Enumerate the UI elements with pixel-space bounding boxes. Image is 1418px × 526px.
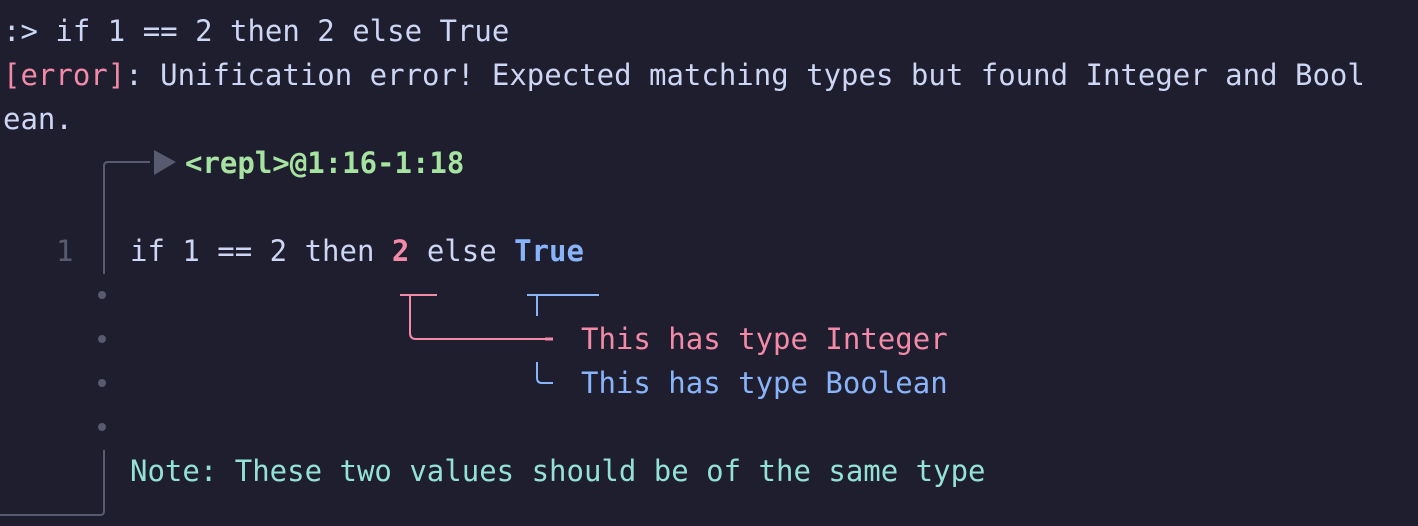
gutter-dot xyxy=(98,291,106,299)
error-message: : Unification error! Expected matching t… xyxy=(125,58,1365,92)
gutter-bracket-bottom xyxy=(0,450,105,516)
terminal-window: :> if 1 == 2 then 2 else True [error]: U… xyxy=(0,0,1418,526)
prompt-symbol: :> xyxy=(3,14,38,48)
gutter-dot xyxy=(98,335,106,343)
note-text: Note: These two values should be of the … xyxy=(130,454,986,488)
source-before: if 1 == 2 then xyxy=(130,234,392,268)
prompt-line: :> if 1 == 2 then 2 else True xyxy=(3,17,509,46)
integer-value: 2 xyxy=(391,234,410,268)
error-tag: [error] xyxy=(3,58,126,92)
gutter-dot xyxy=(98,423,106,431)
location-arrow-icon xyxy=(154,150,176,175)
error-line: [error]: Unification error! Expected mat… xyxy=(3,61,1365,90)
line-number: 1 xyxy=(56,234,74,268)
boolean-connector xyxy=(536,362,553,384)
source-location: <repl>@1:16-1:18 xyxy=(185,146,465,180)
boolean-value: True xyxy=(514,234,584,268)
source-middle: else xyxy=(409,234,515,268)
boolean-type-label: This has type Boolean xyxy=(581,366,948,400)
source-line: if 1 == 2 then 2 else True xyxy=(130,237,584,266)
error-message-wrap: ean. xyxy=(3,102,73,136)
integer-type-label: This has type Integer xyxy=(581,322,948,356)
gutter-dot xyxy=(98,379,106,387)
prompt-command: if 1 == 2 then 2 else True xyxy=(55,14,510,48)
integer-underline xyxy=(400,294,545,340)
